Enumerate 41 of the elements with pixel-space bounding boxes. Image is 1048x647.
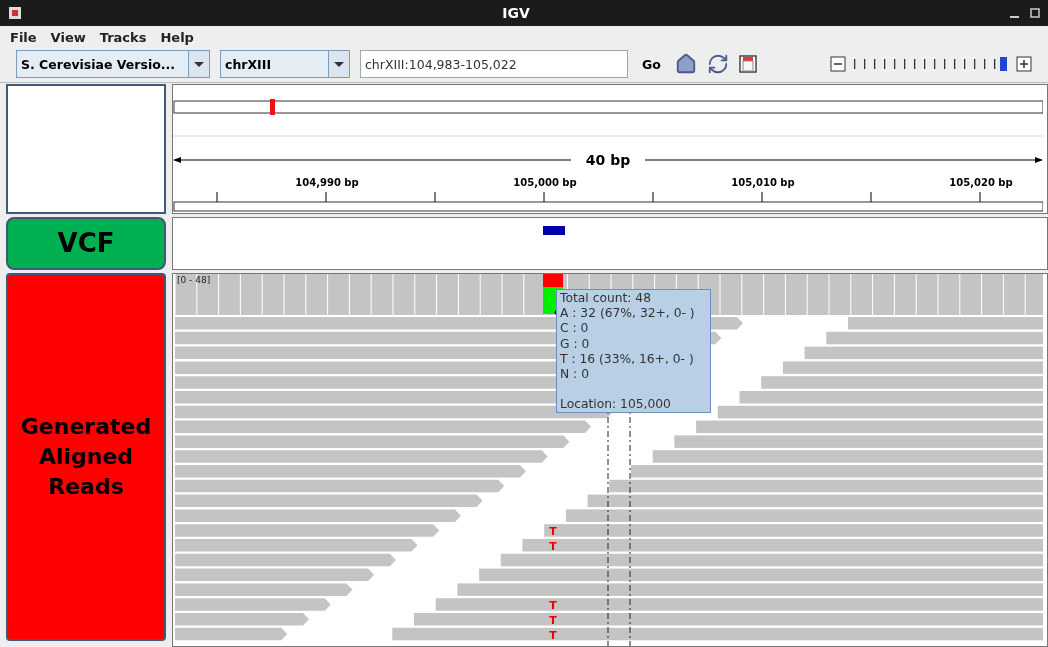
coverage-range: [0 - 48] [177,275,211,285]
mismatch-base: T [549,628,557,642]
locus-field[interactable]: chrXIII:104,983-105,022 [360,50,628,79]
caret-icon [188,51,209,78]
tick-label: 105,020 bp [949,177,1013,188]
slider-thumb[interactable] [999,57,1007,72]
mismatch-base: T [549,525,557,539]
genome-dropdown[interactable]: S. Cerevisiae Versio... [16,50,210,79]
track-name-panel[interactable]: Generated Aligned Reads [6,273,166,641]
tooltip-line: Location: 105,000 [560,397,672,413]
mismatch-base: T [549,540,557,553]
position-marker [270,99,275,115]
tooltip-line: C : 0 [560,321,590,337]
tooltip-line: G : 0 [560,336,591,352]
menu-item[interactable]: Help [160,29,194,45]
region-icon[interactable] [738,55,757,74]
zoom-out-icon[interactable] [830,56,846,73]
caret-icon [328,51,349,78]
menu-item[interactable]: View [50,29,86,45]
tick-label: 105,010 bp [731,177,795,188]
refresh-button[interactable] [706,53,729,76]
mismatch-base: T [549,599,557,613]
menu-item[interactable]: Tracks [99,29,147,45]
tick-label: 104,990 bp [295,177,359,188]
chromosome-dropdown[interactable]: chrXIII [220,50,350,79]
window-title: IGV [502,5,530,21]
app-icon [8,6,22,20]
go-button[interactable]: Go [638,56,665,72]
tick-label: 105,000 bp [513,177,577,188]
variant-marker[interactable] [543,226,565,235]
tooltip-line: Total count: 48 [560,291,653,307]
maximize-icon[interactable] [1030,8,1040,18]
mismatch-base: T [549,614,557,627]
menu-item[interactable]: File [10,29,37,45]
track-name-panel[interactable]: VCF [6,217,166,270]
tooltip-line: T : 16 (33%, 16+, 0- ) [560,351,695,367]
tooltip-line: N : 0 [560,366,590,383]
home-button[interactable] [674,53,697,76]
span-label: 40 bp [585,152,631,168]
zoom-in-icon[interactable] [1016,56,1032,73]
tooltip-line: A : 32 (67%, 32+, 0- ) [560,306,696,322]
